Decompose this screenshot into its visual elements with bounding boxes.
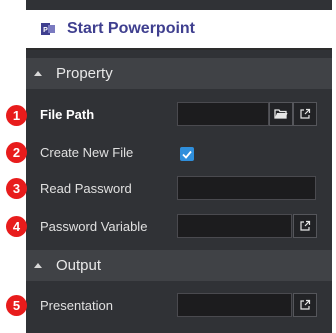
folder-open-button[interactable] bbox=[269, 102, 293, 126]
row-read-password: Read Password bbox=[26, 172, 332, 206]
file-path-label: File Path bbox=[40, 107, 95, 122]
collapse-caret-icon[interactable] bbox=[34, 263, 42, 268]
row-create-new-file: Create New File bbox=[26, 136, 332, 170]
section-output-header[interactable]: Output bbox=[26, 250, 332, 281]
external-link-icon bbox=[300, 299, 311, 310]
section-property-header[interactable]: Property bbox=[26, 58, 332, 89]
read-password-label: Read Password bbox=[40, 181, 132, 196]
checkmark-icon bbox=[182, 150, 192, 159]
activity-title: Start Powerpoint bbox=[67, 20, 196, 37]
external-link-icon bbox=[300, 220, 311, 231]
collapse-caret-icon[interactable] bbox=[34, 71, 42, 76]
activity-header[interactable]: P Start Powerpoint bbox=[26, 10, 332, 50]
create-new-file-label: Create New File bbox=[40, 145, 134, 160]
folder-icon bbox=[274, 109, 288, 119]
password-variable-label: Password Variable bbox=[40, 219, 148, 234]
section-output-title: Output bbox=[56, 257, 102, 274]
step-marker-3: 3 bbox=[6, 178, 27, 199]
section-property-title: Property bbox=[56, 65, 113, 82]
presentation-input[interactable] bbox=[177, 293, 292, 317]
step-marker-1: 1 bbox=[6, 105, 27, 126]
password-variable-input[interactable] bbox=[177, 214, 292, 238]
file-path-input[interactable] bbox=[177, 102, 269, 126]
row-presentation: Presentation bbox=[26, 289, 332, 323]
row-file-path: File Path bbox=[26, 98, 332, 132]
presentation-label: Presentation bbox=[40, 298, 113, 313]
step-marker-5: 5 bbox=[6, 295, 27, 316]
step-marker-4: 4 bbox=[6, 216, 27, 237]
svg-text:P: P bbox=[43, 27, 48, 34]
create-new-file-checkbox[interactable] bbox=[180, 147, 194, 161]
presentation-expression-button[interactable] bbox=[293, 293, 317, 317]
password-variable-expression-button[interactable] bbox=[293, 214, 317, 238]
row-password-variable: Password Variable bbox=[26, 210, 332, 244]
step-marker-2: 2 bbox=[6, 142, 27, 163]
file-path-expression-button[interactable] bbox=[293, 102, 317, 126]
external-link-icon bbox=[300, 108, 311, 119]
powerpoint-icon: P bbox=[41, 23, 55, 35]
read-password-input[interactable] bbox=[177, 176, 316, 200]
